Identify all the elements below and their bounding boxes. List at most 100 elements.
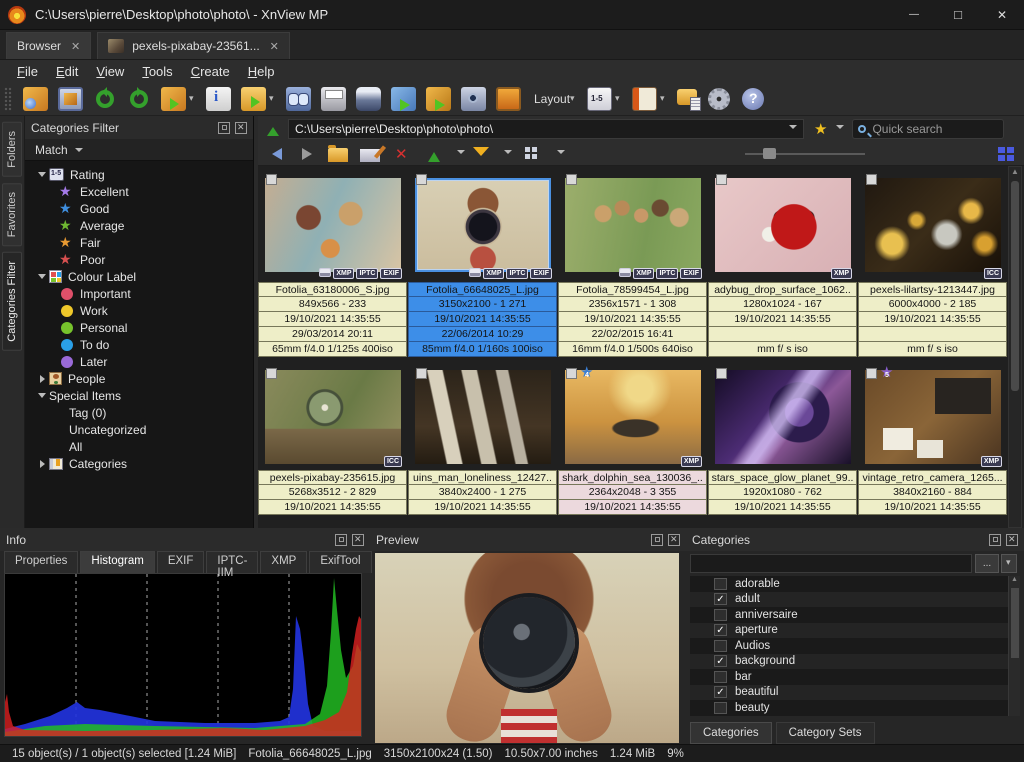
thumbnail[interactable]: XMPIPTCEXIF [558,168,707,282]
folder-settings-icon[interactable] [677,89,697,105]
thumbnail-size-slider[interactable] [745,147,865,161]
send-image-icon[interactable] [391,87,416,111]
close-panel-icon[interactable] [235,122,247,134]
thumbnail-image[interactable] [865,370,1001,464]
thumbnail-image[interactable] [415,370,551,464]
tree-item-people[interactable]: People [35,370,253,387]
thumbnail-image[interactable] [715,370,851,464]
thumbnail-checkbox[interactable] [716,174,727,185]
thumbnail[interactable]: ★4 XMP [558,364,707,470]
thumbnail[interactable] [408,364,557,470]
delete-icon[interactable] [392,145,412,163]
tree-item-work[interactable]: Work [35,302,253,319]
category-checkbox[interactable] [714,578,727,590]
float-panel-icon[interactable] [218,122,230,134]
thumbnail-checkbox[interactable] [266,174,277,185]
new-folder-icon[interactable] [328,148,348,162]
thumbnail[interactable]: XMPIPTCEXIF [408,168,557,282]
tree-item-tag[interactable]: Tag (0) [35,404,253,421]
preview-image[interactable] [375,553,679,743]
thumbnail-checkbox[interactable] [416,174,427,185]
float-panel-icon[interactable] [651,534,663,546]
menu-tools[interactable]: Tools [133,62,181,81]
rotate-right-icon[interactable] [130,90,148,108]
tab-image[interactable]: pexels-pixabay-23561... ✕ [97,32,290,59]
categories-view-button[interactable]: Categories [690,722,772,744]
tab-exif[interactable]: EXIF [157,551,205,573]
settings-gear-icon[interactable] [708,88,730,110]
view-mode-icon[interactable] [524,145,544,163]
thumbnail-checkbox[interactable] [566,368,577,379]
convert-dropdown-icon[interactable] [189,93,199,104]
thumbnail-checkbox[interactable] [866,368,877,379]
category-row[interactable]: ✓aperture [690,623,1020,639]
address-path-field[interactable]: C:\Users\pierre\Desktop\photo\photo\ [288,119,804,139]
thumbnail[interactable] [708,364,857,470]
tree-item-personal[interactable]: Personal [35,319,253,336]
quick-search-input[interactable] [872,122,982,136]
close-panel-icon[interactable] [352,534,364,546]
tree-item-to-do[interactable]: To do [35,336,253,353]
thumbnail[interactable]: XMP [708,168,857,282]
scrollbar-thumb[interactable] [1011,588,1019,658]
tree-item-poor[interactable]: ★Poor [35,251,253,268]
chevron-down-icon[interactable] [457,150,465,158]
tree-item-all[interactable]: All [35,438,253,455]
category-checkbox[interactable]: ✓ [714,593,727,605]
screen-capture-icon[interactable] [461,87,486,111]
rotate-left-icon[interactable] [96,90,114,108]
close-panel-icon[interactable] [668,534,680,546]
thumbnail-image[interactable] [265,178,401,272]
tree-item-special-items[interactable]: Special Items [35,387,253,404]
layout-dropdown-icon[interactable] [570,93,580,104]
tree-item-later[interactable]: Later [35,353,253,370]
thumbnail-image[interactable] [415,178,551,272]
thumbnail-size-icon[interactable] [587,87,612,111]
category-filter-input[interactable] [690,554,972,573]
album-icon[interactable] [632,87,657,111]
thumbnail-checkbox[interactable] [716,368,727,379]
tree-item-important[interactable]: Important [35,285,253,302]
favorites-dropdown-icon[interactable] [836,125,844,133]
info-icon[interactable] [206,87,231,111]
copy-to-dropdown-icon[interactable] [269,93,279,104]
tree-item-categories[interactable]: Categories [35,455,253,472]
tab-exiftool[interactable]: ExifTool [309,551,371,573]
edit-icon[interactable] [360,149,380,162]
category-checkbox[interactable] [714,640,727,652]
slideshow-icon[interactable] [356,87,381,111]
thumbnail-size-dropdown-icon[interactable] [615,93,625,104]
forward-icon[interactable] [296,145,316,163]
thumbnail[interactable]: ICC [858,168,1007,282]
tab-properties[interactable]: Properties [4,551,78,573]
category-checkbox[interactable] [714,671,727,683]
tree-item-fair[interactable]: ★Fair [35,234,253,251]
album-dropdown-icon[interactable] [660,93,670,104]
convert-icon[interactable] [161,87,186,111]
thumbnail-image[interactable] [865,178,1001,272]
thumbnail-image[interactable] [715,178,851,272]
category-row[interactable]: ✓beautiful [690,685,1020,701]
sidebar-tab-categories-filter[interactable]: Categories Filter [2,252,22,351]
tree-item-good[interactable]: ★Good [35,200,253,217]
category-checkbox[interactable]: ✓ [714,624,727,636]
find-icon[interactable] [286,87,311,111]
thumbnail[interactable]: ICC [258,364,407,470]
sidebar-tab-folders[interactable]: Folders [2,122,22,177]
float-panel-icon[interactable] [989,534,1001,546]
category-row[interactable]: bar [690,669,1020,685]
browse-icon[interactable] [23,87,48,111]
help-icon[interactable] [742,88,764,110]
tree-item-excellent[interactable]: ★Excellent [35,183,253,200]
category-row[interactable]: beauty [690,700,1020,716]
tab-browser[interactable]: Browser ✕ [6,32,91,59]
category-scrollbar[interactable]: ▲ [1008,576,1020,716]
tree-item-rating[interactable]: Rating [35,166,253,183]
favorites-star-icon[interactable]: ★ [814,120,827,138]
category-row[interactable]: adorable [690,576,1020,592]
category-row[interactable]: Audios [690,638,1020,654]
thumbnail-view-icon[interactable] [998,147,1014,161]
tree-item-colour-label[interactable]: Colour Label [35,268,253,285]
menu-create[interactable]: Create [182,62,239,81]
quick-search-box[interactable] [852,119,1004,139]
